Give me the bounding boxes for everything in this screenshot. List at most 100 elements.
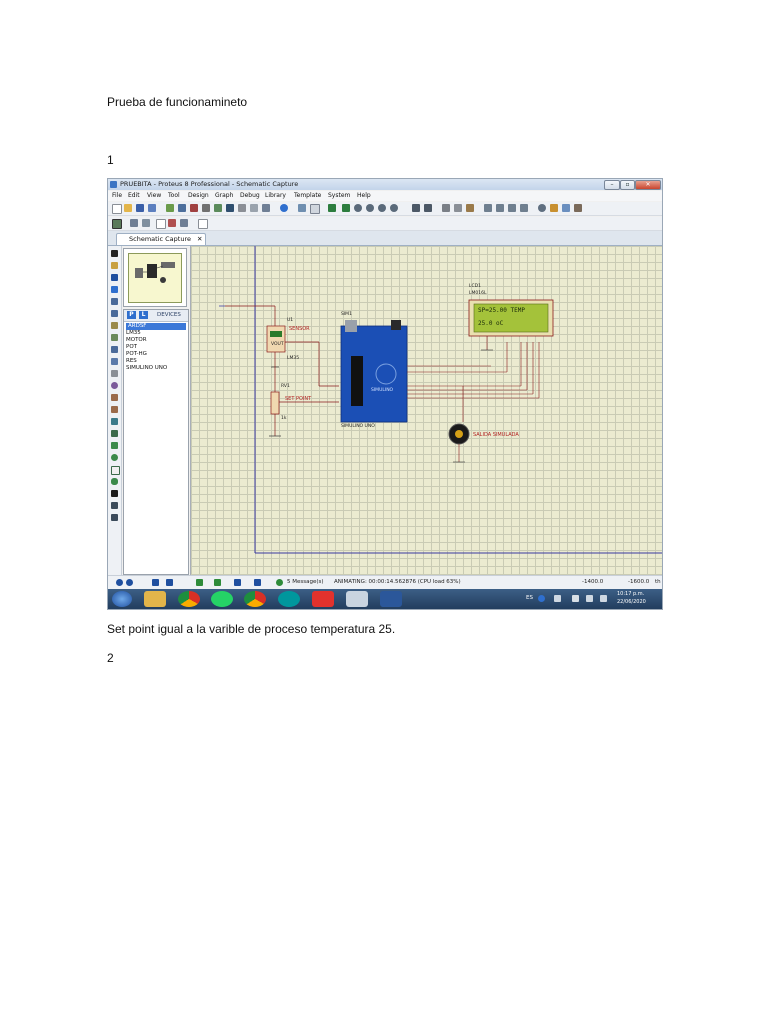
chrome-profile-icon[interactable] (244, 591, 266, 607)
pan-icon[interactable] (342, 204, 350, 212)
line-tool-icon[interactable] (111, 430, 118, 437)
schematic-icon[interactable] (178, 204, 186, 212)
netlist-icon[interactable] (198, 219, 208, 229)
grid-icon[interactable] (310, 204, 320, 214)
tape-recorder-icon[interactable] (111, 370, 118, 377)
network-icon[interactable] (554, 595, 561, 602)
device-list-item[interactable]: POT (126, 344, 137, 351)
copy-icon[interactable] (454, 204, 462, 212)
property-tool-icon[interactable] (142, 219, 150, 227)
circle-tool-icon[interactable] (111, 454, 118, 461)
block-delete-icon[interactable] (520, 204, 528, 212)
exit-to-parent-icon[interactable] (180, 219, 188, 227)
tab-schematic-capture[interactable]: Schematic Capture ✕ (116, 233, 206, 245)
menu-design[interactable]: Design (188, 192, 209, 199)
taskbar-time[interactable]: 10:17 p.m. (617, 591, 644, 597)
wire-label-icon[interactable] (111, 286, 118, 293)
minimize-button[interactable]: – (604, 180, 620, 190)
graph-mode-icon[interactable] (111, 358, 118, 365)
pick-devices-button[interactable]: P (127, 311, 136, 319)
help-tray-icon[interactable] (538, 595, 545, 602)
message-status-icon[interactable] (276, 579, 283, 586)
pause-icon[interactable] (234, 579, 241, 586)
menu-file[interactable]: File (112, 192, 122, 199)
save-all-icon[interactable] (148, 204, 156, 212)
terminals-icon[interactable] (111, 334, 118, 341)
box-tool-icon[interactable] (111, 442, 118, 449)
close-window-button[interactable]: ✕ (635, 180, 661, 190)
library-manager-button[interactable]: L (139, 311, 148, 319)
device-pins-icon[interactable] (111, 346, 118, 353)
decompose-icon[interactable] (574, 204, 582, 212)
device-list-item[interactable]: MOTOR (126, 337, 147, 344)
generator-icon[interactable] (111, 382, 118, 389)
device-list-item[interactable]: LM35 (126, 330, 141, 337)
mirror-vertical-icon[interactable] (166, 579, 173, 586)
mirror-horizontal-icon[interactable] (152, 579, 159, 586)
buses-icon[interactable] (111, 310, 118, 317)
new-file-icon[interactable] (112, 204, 122, 214)
proteus-taskbar-icon[interactable] (346, 591, 368, 607)
marker-tool-icon[interactable] (111, 514, 118, 521)
menu-template[interactable]: Template (294, 192, 321, 199)
block-rotate-icon[interactable] (508, 204, 516, 212)
menu-debug[interactable]: Debug (240, 192, 260, 199)
anydesk-icon[interactable] (312, 591, 334, 607)
flag-icon[interactable] (572, 595, 579, 602)
new-sheet-icon[interactable] (156, 219, 166, 229)
text-tool-icon[interactable] (111, 490, 118, 497)
path-tool-icon[interactable] (111, 478, 118, 485)
whatsapp-icon[interactable] (211, 591, 233, 607)
undo-icon[interactable] (412, 204, 420, 212)
symbol-tool-icon[interactable] (111, 502, 118, 509)
block-copy-icon[interactable] (484, 204, 492, 212)
menu-view[interactable]: View (147, 192, 161, 199)
wire-autorouter-icon[interactable] (130, 219, 138, 227)
menu-library[interactable]: Library (265, 192, 286, 199)
maximize-button[interactable]: ▫ (620, 180, 635, 190)
battery-icon[interactable] (586, 595, 593, 602)
arc-tool-icon[interactable] (111, 466, 120, 475)
make-device-icon[interactable] (562, 204, 570, 212)
rotate-right-icon[interactable] (126, 579, 133, 586)
redo-icon[interactable] (424, 204, 432, 212)
gerber-icon[interactable] (202, 204, 210, 212)
save-icon[interactable] (136, 204, 144, 212)
text-script-icon[interactable] (111, 298, 118, 305)
rotate-left-icon[interactable] (116, 579, 123, 586)
selection-mode-icon[interactable] (111, 250, 118, 257)
3d-view-icon[interactable] (214, 204, 222, 212)
pcb-icon[interactable] (190, 204, 198, 212)
bom-icon[interactable] (226, 204, 234, 212)
design-explorer-icon[interactable] (262, 204, 270, 212)
device-list-item[interactable]: ARDSF (126, 323, 186, 330)
search-icon[interactable] (538, 204, 546, 212)
schematic-view-icon[interactable] (112, 219, 122, 229)
zoom-in-icon[interactable] (354, 204, 362, 212)
menu-help[interactable]: Help (357, 192, 371, 199)
refresh-icon[interactable] (298, 204, 306, 212)
current-probe-icon[interactable] (111, 406, 118, 413)
device-list-item[interactable]: SIMULINO UNO (126, 365, 167, 372)
remove-sheet-icon[interactable] (168, 219, 176, 227)
chrome-icon[interactable] (178, 591, 200, 607)
help-icon[interactable] (280, 204, 288, 212)
zoom-all-icon[interactable] (378, 204, 386, 212)
tab-close-icon[interactable]: ✕ (197, 235, 202, 243)
zoom-out-icon[interactable] (366, 204, 374, 212)
open-folder-icon[interactable] (124, 204, 132, 212)
schematic-canvas[interactable]: U1 SENSOR VOUT LM35 RV1 SET POINT 1k SIM… (190, 246, 662, 575)
home-icon[interactable] (166, 204, 174, 212)
arduino-ide-icon[interactable] (278, 591, 300, 607)
subcircuit-icon[interactable] (111, 322, 118, 329)
source-code-icon[interactable] (238, 204, 246, 212)
notes-icon[interactable] (250, 204, 258, 212)
message-count[interactable]: 5 Message(s) (287, 579, 324, 585)
volume-icon[interactable] (600, 595, 607, 602)
voltage-probe-icon[interactable] (111, 394, 118, 401)
play-icon[interactable] (196, 579, 203, 586)
step-icon[interactable] (214, 579, 221, 586)
junction-dot-icon[interactable] (111, 274, 118, 281)
origin-icon[interactable] (328, 204, 336, 212)
cut-icon[interactable] (442, 204, 450, 212)
